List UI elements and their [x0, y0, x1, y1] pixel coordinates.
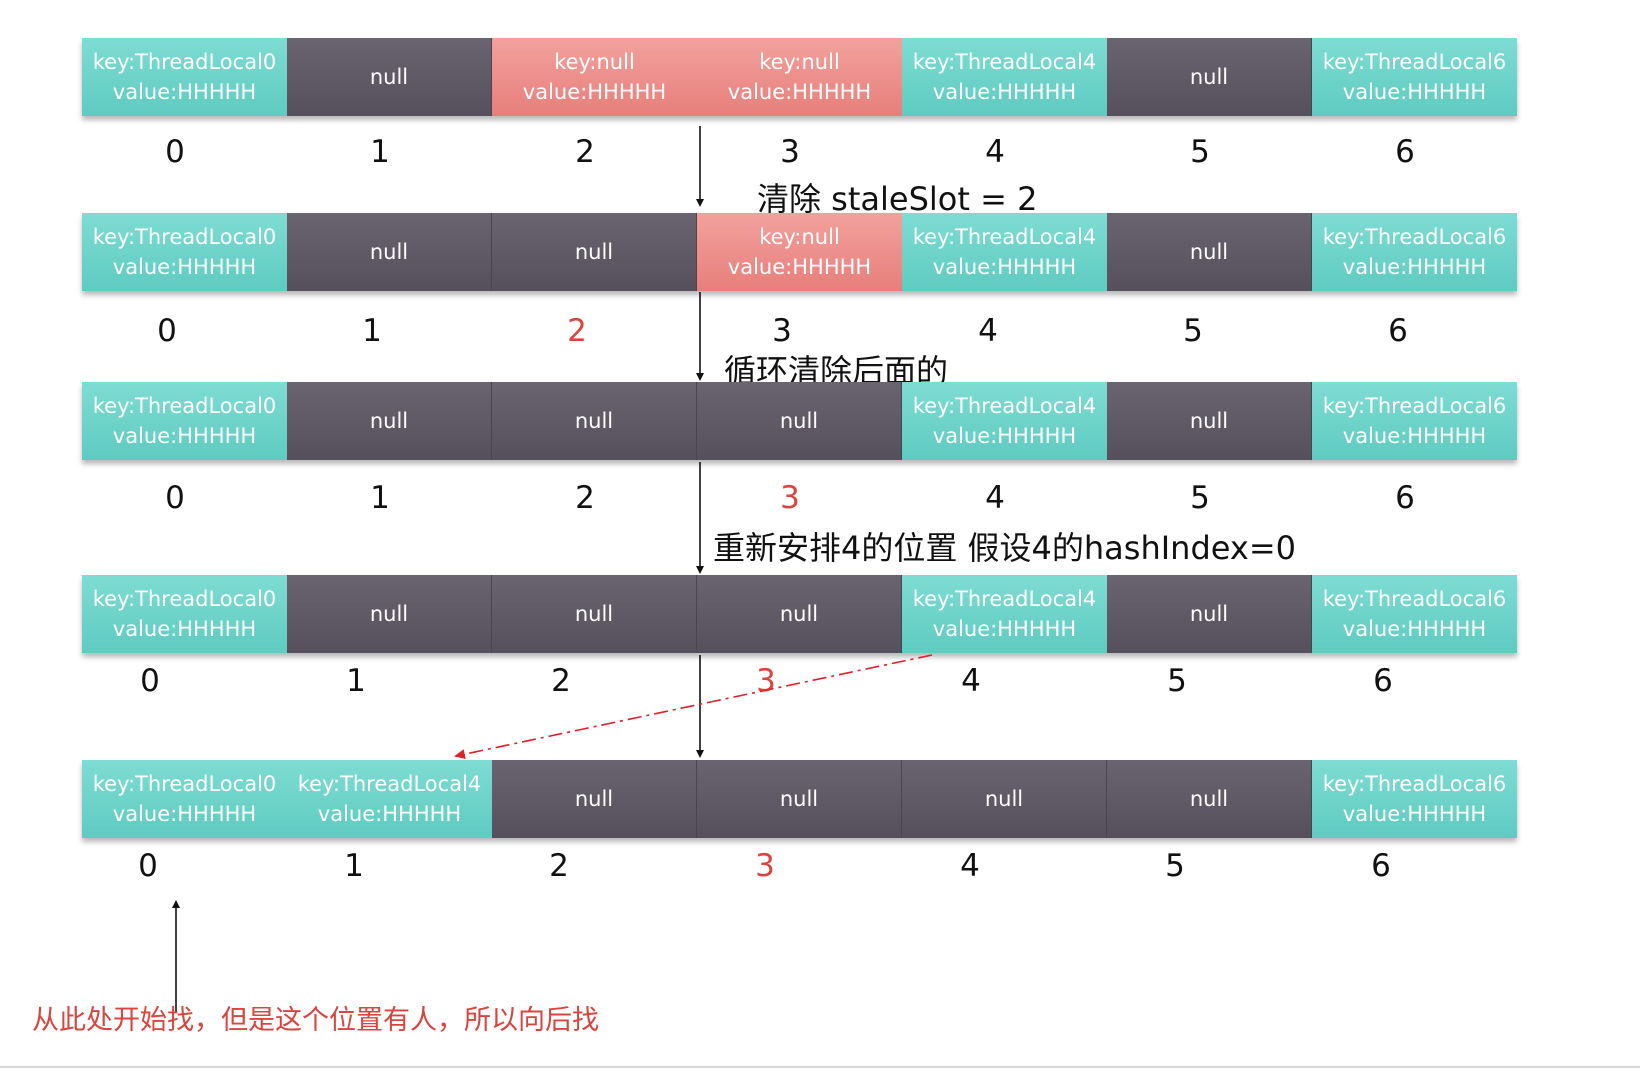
- relocate-dashed-arrow: [454, 654, 933, 760]
- hash-table-diagram: key:ThreadLocal0 value:HHHHH null key:null v…: [0, 0, 1640, 1070]
- bottom-divider: [0, 1066, 1640, 1068]
- search-note: 从此处开始找，但是这个位置有人，所以向后找: [32, 1005, 599, 1036]
- arrows-layer: [172, 126, 933, 1012]
